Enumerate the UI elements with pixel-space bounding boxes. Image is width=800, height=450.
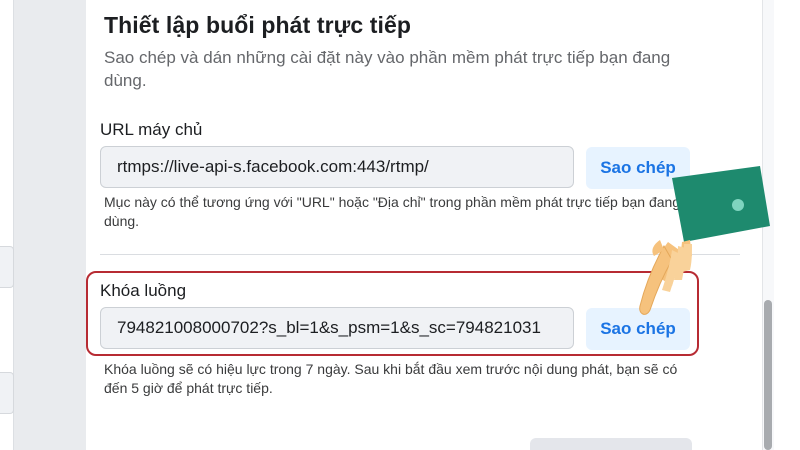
panel-title: Thiết lập buổi phát trực tiếp (104, 12, 412, 38)
stream-key-help: Khóa luồng sẽ có hiệu lực trong 7 ngày. … (104, 361, 678, 396)
bottom-action-button[interactable] (530, 438, 692, 450)
hand-sleeve (672, 166, 770, 242)
stream-key-label: Khóa luồng (100, 281, 187, 300)
server-url-field[interactable]: rtmps://live-api-s.facebook.com:443/rtmp… (100, 146, 574, 188)
left-panel-tab[interactable] (0, 246, 14, 288)
server-url-label: URL máy chủ (100, 120, 203, 139)
server-url-help: Mục này có thể tương ứng với "URL" hoặc … (104, 194, 681, 229)
sleeve-button (732, 199, 744, 211)
left-panel-tab[interactable] (0, 372, 14, 414)
panel-subtitle: Sao chép và dán những cài đặt này vào ph… (104, 48, 671, 90)
stream-key-field[interactable]: 794821008000702?s_bl=1&s_psm=1&s_sc=7948… (100, 307, 574, 349)
pointing-hand-icon (639, 166, 770, 315)
